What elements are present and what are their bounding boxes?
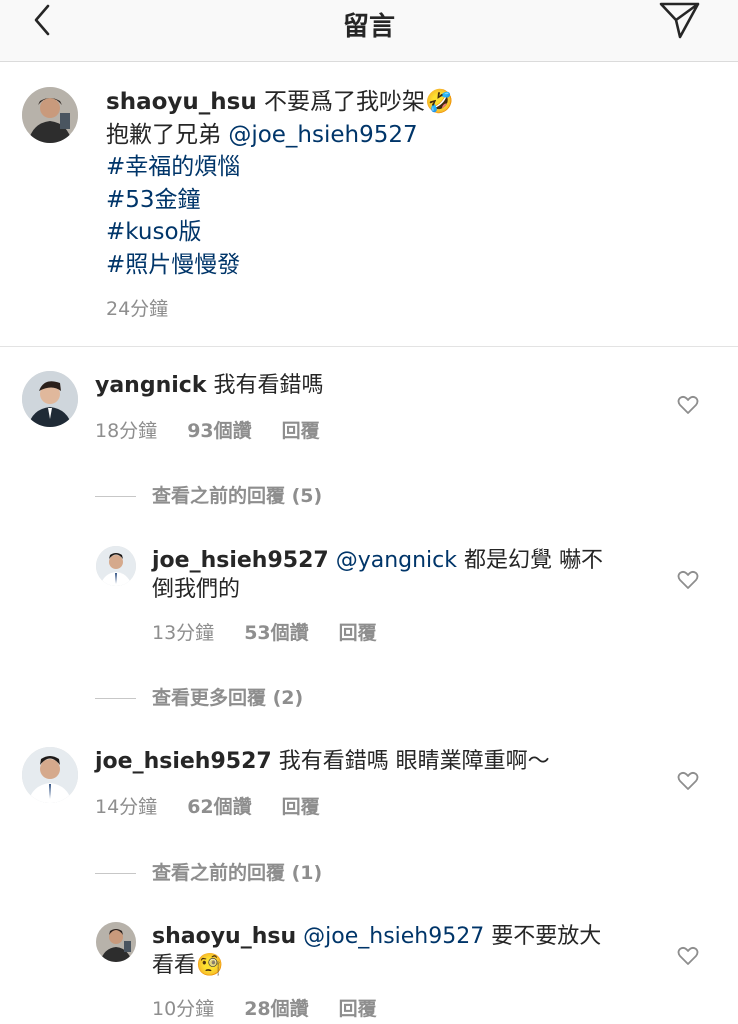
avatar[interactable] [22, 747, 78, 803]
view-previous-replies[interactable]: 查看之前的回覆 (5) [95, 481, 322, 508]
comment-text: yangnick 我有看錯嗎 [95, 371, 655, 400]
avatar[interactable] [96, 922, 136, 962]
comment-timestamp: 18分鐘 [95, 420, 158, 442]
view-previous-replies[interactable]: 查看之前的回覆 (1) [95, 858, 322, 885]
hashtag[interactable]: #照片慢慢發 [106, 249, 666, 282]
heart-icon[interactable] [677, 946, 699, 966]
avatar[interactable] [22, 371, 78, 427]
top-bar: 留言 [0, 0, 738, 62]
caption-line-2: 抱歉了兄弟 [106, 121, 229, 148]
view-more-replies[interactable]: 查看更多回覆 (2) [95, 683, 303, 710]
caption-text: shaoyu_hsu 不要爲了我吵架🤣 抱歉了兄弟 @joe_hsieh9527… [106, 86, 666, 281]
heart-icon[interactable] [677, 570, 699, 590]
view-replies-label[interactable]: 查看之前的回覆 (5) [152, 485, 322, 507]
heart-icon[interactable] [677, 771, 699, 791]
hashtag[interactable]: #kuso版 [106, 216, 666, 249]
comment-meta: 14分鐘 62個讚 回覆 [95, 792, 320, 819]
reply-mention[interactable]: @joe_hsieh9527 [303, 924, 484, 949]
comment-body: 我有看錯嗎 眼睛業障重啊～ [278, 749, 550, 774]
view-more-label[interactable]: 查看更多回覆 (2) [152, 687, 303, 709]
like-count[interactable]: 93個讚 [187, 416, 251, 443]
like-count[interactable]: 28個讚 [244, 994, 308, 1021]
reply-timestamp: 13分鐘 [152, 622, 215, 644]
reply-button[interactable]: 回覆 [282, 416, 320, 443]
reply-body-line-1: 要不要放大 [484, 924, 602, 949]
hashtag[interactable]: #幸福的煩惱 [106, 151, 666, 184]
hashtag[interactable]: #53金鐘 [106, 184, 666, 217]
divider-line [95, 698, 136, 699]
reply-text: joe_hsieh9527 @yangnick 都是幻覺 嚇不 倒我們的 [152, 546, 632, 604]
like-count[interactable]: 53個讚 [244, 618, 308, 645]
avatar[interactable] [22, 87, 78, 143]
reply-button[interactable]: 回覆 [282, 792, 320, 819]
reply-username[interactable]: joe_hsieh9527 [152, 548, 329, 573]
heart-icon[interactable] [677, 395, 699, 415]
paper-plane-icon[interactable] [656, 0, 704, 42]
view-replies-label[interactable]: 查看之前的回覆 (1) [152, 862, 322, 884]
reply-meta: 13分鐘 53個讚 回覆 [152, 618, 377, 645]
reply-meta: 10分鐘 28個讚 回覆 [152, 994, 377, 1021]
caption-username[interactable]: shaoyu_hsu [106, 89, 257, 115]
post-caption: shaoyu_hsu 不要爲了我吵架🤣 抱歉了兄弟 @joe_hsieh9527… [0, 62, 738, 347]
avatar[interactable] [96, 546, 136, 586]
reply-mention[interactable]: @yangnick [336, 548, 457, 573]
comment-text: joe_hsieh9527 我有看錯嗎 眼睛業障重啊～ [95, 747, 655, 776]
caption-mention[interactable]: @joe_hsieh9527 [228, 122, 417, 148]
reply-username[interactable]: shaoyu_hsu [152, 924, 296, 949]
divider-line [95, 873, 136, 874]
caption-timestamp: 24分鐘 [106, 298, 169, 320]
reply-body-line-2: 看看🧐 [152, 953, 224, 978]
reply-button[interactable]: 回覆 [339, 994, 377, 1021]
reply-text: shaoyu_hsu @joe_hsieh9527 要不要放大 看看🧐 [152, 922, 632, 980]
reply-body-line-2: 倒我們的 [152, 577, 241, 602]
comment-username[interactable]: yangnick [95, 373, 206, 398]
caption-line-1: 不要爲了我吵架🤣 [264, 89, 454, 115]
like-count[interactable]: 62個讚 [187, 792, 251, 819]
divider-line [95, 496, 136, 497]
comment-username[interactable]: joe_hsieh9527 [95, 749, 272, 774]
page-title: 留言 [342, 12, 395, 42]
reply-body-line-1: 都是幻覺 嚇不 [457, 548, 603, 573]
reply-timestamp: 10分鐘 [152, 998, 215, 1020]
comment-body: 我有看錯嗎 [213, 373, 324, 398]
reply-button[interactable]: 回覆 [339, 618, 377, 645]
comment-timestamp: 14分鐘 [95, 796, 158, 818]
comment-meta: 18分鐘 93個讚 回覆 [95, 416, 320, 443]
